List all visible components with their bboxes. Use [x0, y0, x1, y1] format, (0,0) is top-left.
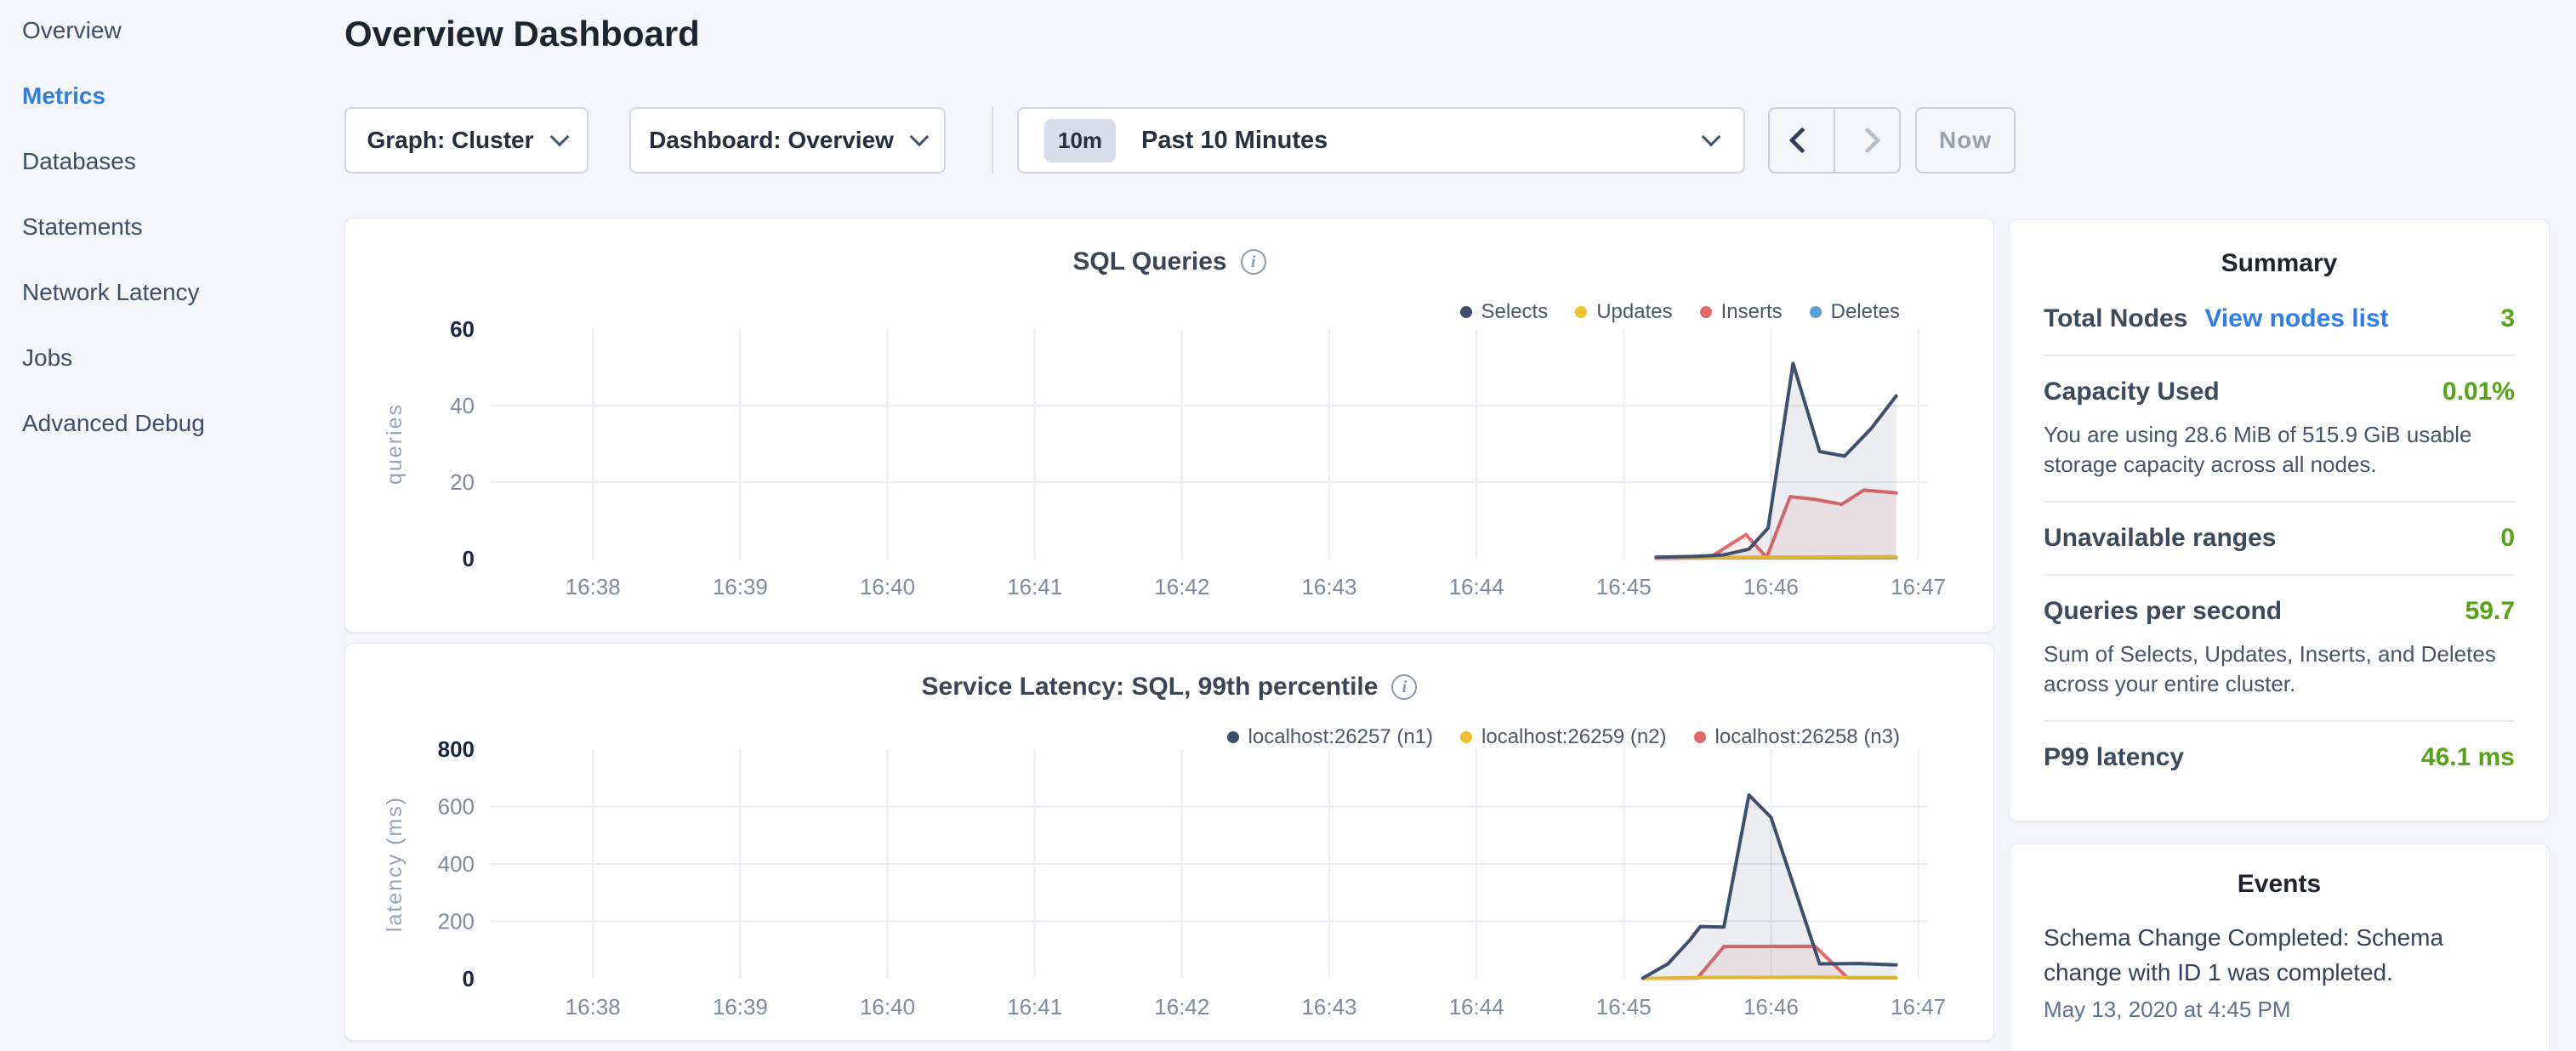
chevron-right-icon — [1854, 127, 1880, 153]
service-latency-chart[interactable]: 16:38 16:39 16:40 16:41 16:42 16:43 16:44 16:45… — [362, 739, 1978, 1028]
next-time-button[interactable] — [1834, 109, 1899, 172]
summary-row-label: Queries per second — [2044, 597, 2282, 626]
summary-row-unavailable-ranges: Unavailable ranges 0 — [2044, 503, 2515, 576]
now-button[interactable]: Now — [1915, 107, 2016, 173]
svg-text:16:43: 16:43 — [1301, 994, 1356, 1020]
svg-text:800: 800 — [438, 739, 475, 762]
chevron-left-icon — [1788, 127, 1815, 153]
event-text: Schema Change Completed: Schema change w… — [2044, 921, 2515, 990]
summary-row-queries-per-second: Queries per second 59.7 Sum of Selects, Up… — [2044, 576, 2515, 722]
svg-text:16:43: 16:43 — [1301, 574, 1356, 599]
legend-dot — [1460, 306, 1472, 318]
summary-row-value: 0.01% — [2442, 378, 2515, 406]
svg-text:16:38: 16:38 — [566, 574, 621, 599]
svg-text:16:47: 16:47 — [1891, 994, 1946, 1020]
event-timestamp: May 13, 2020 at 4:45 PM — [2044, 997, 2515, 1023]
event-item[interactable]: Schema Change Completed: Schema change w… — [2044, 921, 2515, 1023]
svg-text:16:40: 16:40 — [860, 574, 915, 599]
dashboard-dropdown-label: Dashboard: Overview — [649, 127, 894, 154]
svg-text:0: 0 — [463, 546, 475, 571]
summary-row-value: 59.7 — [2465, 597, 2515, 626]
sidebar-item-databases[interactable]: Databases — [22, 143, 340, 180]
sidebar-item-statements[interactable]: Statements — [22, 208, 340, 246]
svg-text:16:41: 16:41 — [1007, 574, 1062, 599]
summary-row-value: 46.1 ms — [2421, 743, 2515, 772]
svg-text:latency (ms): latency (ms) — [383, 796, 407, 932]
chevron-down-icon — [1702, 128, 1721, 147]
info-icon[interactable]: i — [1241, 249, 1266, 275]
admin-ui-page: Overview Metrics Databases Statements Networ… — [0, 0, 2576, 1051]
svg-text:200: 200 — [438, 909, 475, 935]
toolbar-divider — [992, 107, 993, 173]
sidebar-item-jobs[interactable]: Jobs — [22, 339, 340, 377]
legend-dot — [1575, 306, 1587, 318]
svg-text:16:42: 16:42 — [1154, 574, 1209, 599]
svg-text:20: 20 — [450, 469, 475, 495]
sidebar: Overview Metrics Databases Statements Networ… — [0, 0, 340, 470]
summary-row-label: Capacity Used — [2044, 378, 2220, 406]
events-title: Events — [2044, 870, 2515, 899]
svg-text:600: 600 — [438, 794, 475, 820]
svg-text:16:45: 16:45 — [1596, 574, 1652, 599]
svg-text:40: 40 — [450, 393, 475, 418]
service-latency-title: Service Latency: SQL, 99th percentile — [922, 673, 1379, 702]
sql-queries-chart[interactable]: 16:38 16:39 16:40 16:41 16:42 16:43 16:44 16:45… — [362, 319, 1978, 608]
summary-row-total-nodes: Total Nodes View nodes list 3 — [2044, 283, 2515, 356]
svg-text:16:42: 16:42 — [1154, 994, 1209, 1020]
svg-text:16:44: 16:44 — [1449, 994, 1504, 1020]
svg-text:16:46: 16:46 — [1743, 574, 1799, 599]
summary-row-description: Sum of Selects, Updates, Inserts, and De… — [2044, 639, 2515, 699]
events-list: Schema Change Completed: Schema change w… — [2044, 921, 2515, 1023]
graph-dropdown[interactable]: Graph: Cluster — [344, 107, 589, 173]
summary-row-value: 0 — [2500, 524, 2515, 553]
prev-time-button[interactable] — [1770, 109, 1834, 172]
svg-text:16:47: 16:47 — [1891, 574, 1946, 599]
svg-text:400: 400 — [438, 851, 475, 877]
summary-row-p99-latency: P99 latency 46.1 ms — [2044, 722, 2515, 793]
svg-text:16:41: 16:41 — [1007, 994, 1062, 1020]
graph-dropdown-label: Graph: Cluster — [367, 127, 533, 154]
sidebar-item-advanced-debug[interactable]: Advanced Debug — [22, 405, 340, 442]
svg-text:16:39: 16:39 — [713, 994, 768, 1020]
svg-text:16:39: 16:39 — [713, 574, 768, 599]
time-range-label: Past 10 Minutes — [1141, 127, 1679, 155]
legend-dot — [1810, 306, 1822, 318]
svg-text:queries: queries — [383, 403, 407, 485]
summary-row-label: Total Nodes — [2044, 304, 2187, 333]
time-pager — [1768, 107, 1901, 173]
chevron-down-icon — [910, 128, 930, 147]
sidebar-item-overview[interactable]: Overview — [22, 12, 340, 49]
svg-text:16:45: 16:45 — [1596, 994, 1652, 1020]
time-range-badge: 10m — [1044, 119, 1116, 162]
summary-title: Summary — [2044, 249, 2515, 278]
sidebar-item-metrics[interactable]: Metrics — [22, 77, 340, 115]
events-panel: Events Schema Change Completed: Schema c… — [2009, 844, 2550, 1051]
summary-rows: Total Nodes View nodes list 3 Capacity Used… — [2044, 283, 2515, 793]
svg-text:16:46: 16:46 — [1743, 994, 1799, 1020]
summary-panel: Summary Total Nodes View nodes list 3 Capac… — [2009, 219, 2550, 821]
page-title: Overview Dashboard — [344, 14, 700, 54]
view-nodes-list-link[interactable]: View nodes list — [2204, 304, 2388, 333]
sql-queries-title: SQL Queries — [1072, 247, 1226, 276]
summary-row-label: P99 latency — [2044, 743, 2184, 772]
chevron-down-icon — [549, 128, 569, 147]
sql-queries-card: SQL Queries i SelectsUpdatesInsertsDelet… — [344, 218, 1994, 633]
svg-text:16:38: 16:38 — [566, 994, 621, 1020]
service-latency-card: Service Latency: SQL, 99th percentile i … — [344, 643, 1994, 1041]
svg-text:16:40: 16:40 — [860, 994, 915, 1020]
legend-dot — [1700, 306, 1712, 318]
info-icon[interactable]: i — [1391, 674, 1417, 700]
time-range-select[interactable]: 10m Past 10 Minutes — [1017, 107, 1745, 173]
sidebar-item-network-latency[interactable]: Network Latency — [22, 274, 340, 311]
summary-row-capacity-used: Capacity Used 0.01% You are using 28.6 MiB… — [2044, 356, 2515, 503]
svg-text:16:44: 16:44 — [1449, 574, 1504, 599]
summary-row-description: You are using 28.6 MiB of 515.9 GiB usab… — [2044, 420, 2515, 480]
svg-text:60: 60 — [450, 319, 475, 342]
summary-row-label: Unavailable ranges — [2044, 524, 2276, 553]
svg-text:0: 0 — [463, 966, 475, 991]
dashboard-dropdown[interactable]: Dashboard: Overview — [629, 107, 946, 173]
summary-row-value: 3 — [2500, 304, 2515, 333]
